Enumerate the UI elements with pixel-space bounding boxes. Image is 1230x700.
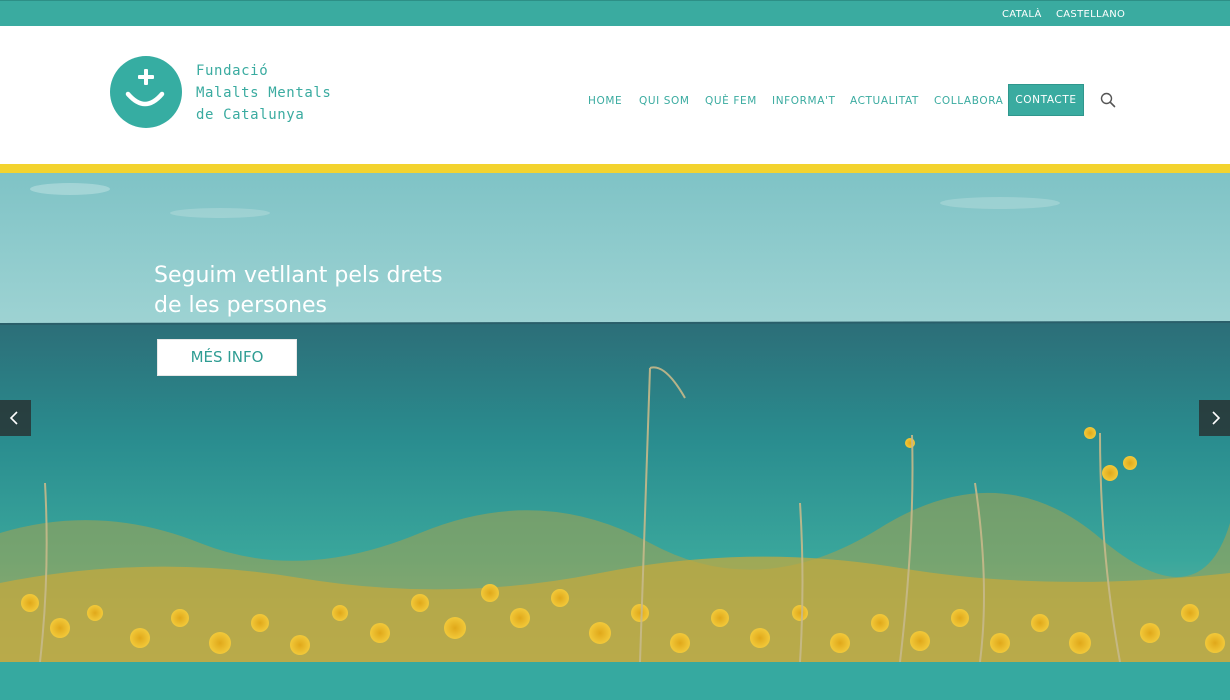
slider-next-button[interactable] bbox=[1199, 400, 1230, 436]
nav-item-informat[interactable]: INFORMA'T bbox=[772, 95, 836, 107]
main-nav: HOME QUI SOM QUÈ FEM INFORMA'T ACTUALITA… bbox=[0, 84, 1230, 116]
nav-item-contacte-button[interactable]: CONTACTE bbox=[1008, 84, 1084, 116]
hero-title-line: Seguim vetllant pels drets bbox=[154, 263, 443, 288]
search-icon[interactable] bbox=[1099, 91, 1117, 109]
hero-title: Seguim vetllant pels drets de les person… bbox=[154, 261, 443, 321]
hero-background-image bbox=[0, 173, 1230, 662]
hero-title-line: de les persones bbox=[154, 293, 328, 318]
logo-plus-icon-bar bbox=[138, 75, 154, 79]
hero-slider: Seguim vetllant pels drets de les person… bbox=[0, 173, 1230, 662]
logo-text-line: Fundació bbox=[196, 63, 269, 79]
nav-item-collabora[interactable]: COLLABORA bbox=[934, 95, 1003, 107]
language-bar: CATALÀ CASTELLANO bbox=[0, 0, 1230, 26]
slider-prev-button[interactable] bbox=[0, 400, 31, 436]
language-catala-link[interactable]: CATALÀ bbox=[1002, 9, 1042, 20]
page: CATALÀ CASTELLANO Fundació Malalts Menta… bbox=[0, 0, 1230, 700]
nav-item-qui-som[interactable]: QUI SOM bbox=[639, 95, 690, 107]
site-header: Fundació Malalts Mentals de Catalunya HO… bbox=[0, 26, 1230, 164]
bottom-bar bbox=[0, 662, 1230, 700]
yellow-divider bbox=[0, 164, 1230, 173]
mes-info-button[interactable]: MÉS INFO bbox=[157, 339, 297, 376]
nav-item-home[interactable]: HOME bbox=[588, 95, 622, 107]
language-castellano-link[interactable]: CASTELLANO bbox=[1056, 9, 1125, 20]
chevron-left-icon bbox=[9, 411, 18, 425]
chevron-right-icon bbox=[1212, 411, 1221, 425]
nav-item-que-fem[interactable]: QUÈ FEM bbox=[705, 95, 757, 107]
nav-item-actualitat[interactable]: ACTUALITAT bbox=[850, 95, 919, 107]
